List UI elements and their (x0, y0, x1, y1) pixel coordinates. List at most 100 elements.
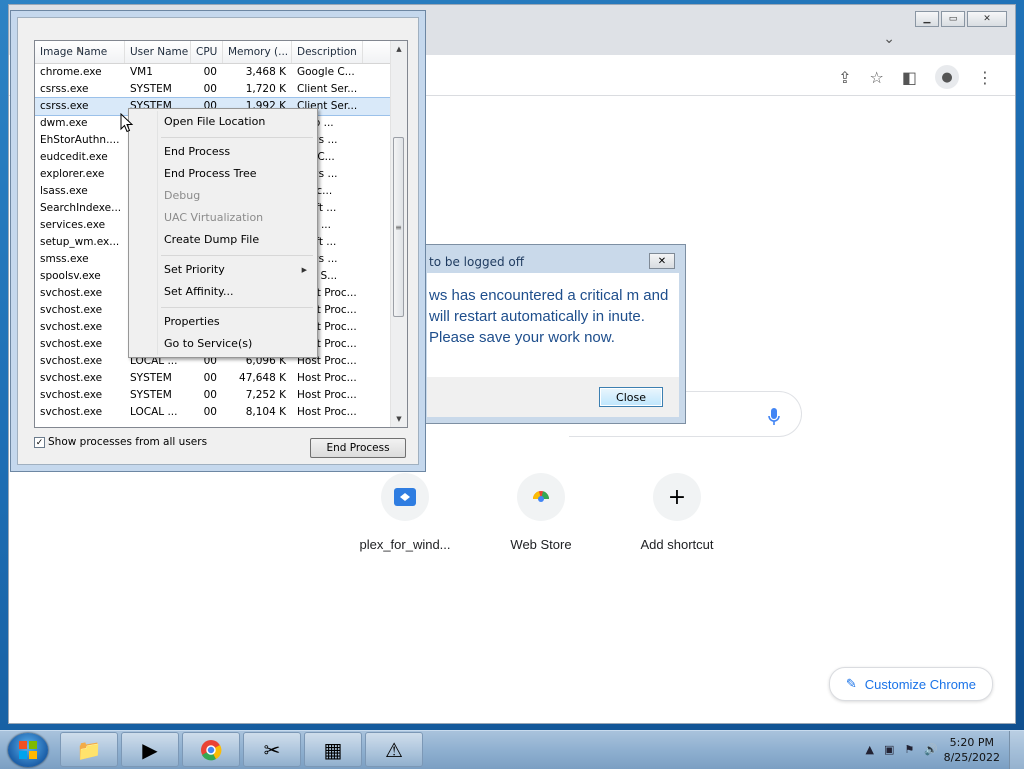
cell-user: SYSTEM (130, 389, 172, 401)
process-row[interactable]: svchost.exe SYSTEM 00 7,252 K Host Proc... (35, 387, 393, 404)
scroll-down-arrow-icon[interactable]: ▼ (391, 411, 407, 427)
clock[interactable]: 5:20 PM 8/25/2022 (944, 735, 1000, 765)
show-all-processes-checkbox[interactable]: ✓ Show processes from all users (34, 436, 207, 448)
cell-desc: Host Proc... (297, 372, 357, 384)
system-tray: ▲ ▣ ⚑ 🔊 (866, 743, 938, 756)
close-window-button[interactable]: ✕ (967, 11, 1007, 27)
process-row[interactable]: svchost.exe SYSTEM 00 47,648 K Host Proc... (35, 370, 393, 387)
windows-logo-icon (19, 741, 37, 759)
process-row[interactable]: csrss.exe SYSTEM 00 1,720 K Client Ser... (35, 81, 393, 98)
show-desktop-button[interactable] (1009, 731, 1024, 769)
volume-icon[interactable]: 🔊 (924, 743, 938, 756)
column-user-name[interactable]: User Name (125, 41, 191, 63)
column-label: Image Name (40, 46, 108, 58)
shortcut-web-store[interactable]: Web Store (485, 473, 597, 552)
minimize-button[interactable]: ▁ (915, 11, 939, 27)
customize-chrome-button[interactable]: ✎ Customize Chrome (828, 667, 993, 701)
scroll-thumb[interactable]: ≡ (393, 137, 404, 317)
cell-mem: 7,252 K (245, 389, 286, 401)
checkbox-icon[interactable]: ✓ (34, 436, 45, 448)
menu-go-to-services[interactable]: Go to Service(s) (131, 333, 315, 355)
cell-desc: Google C... (297, 66, 355, 78)
taskbar-chrome[interactable] (182, 732, 240, 767)
cell-cpu: 00 (203, 372, 217, 384)
dialog-message: ws has encountered a critical m and will… (429, 287, 669, 346)
cell-cpu: 00 (203, 83, 217, 95)
share-icon[interactable]: ⇪ (838, 68, 851, 87)
cell-cpu: 00 (203, 406, 217, 418)
cell-name: explorer.exe (40, 168, 105, 180)
cell-name: dwm.exe (40, 117, 88, 129)
taskbar-explorer[interactable]: 📁 (60, 732, 118, 767)
menu-properties[interactable]: Properties (131, 311, 315, 333)
cell-mem: 8,104 K (245, 406, 286, 418)
column-memory[interactable]: Memory (... (223, 41, 292, 63)
cell-user: SYSTEM (130, 372, 172, 384)
cell-cpu: 00 (203, 66, 217, 78)
column-cpu[interactable]: CPU (191, 41, 223, 63)
taskbar-warning[interactable]: ⚠ (365, 732, 423, 767)
menu-separator (161, 255, 313, 256)
menu-separator (161, 137, 313, 138)
start-button[interactable] (8, 733, 48, 767)
menu-open-file-location[interactable]: Open File Location (131, 111, 315, 133)
clock-time: 5:20 PM (949, 736, 994, 749)
cell-name: services.exe (40, 219, 106, 231)
customize-chrome-label: Customize Chrome (864, 676, 976, 692)
menu-separator (161, 307, 313, 308)
taskbar-media-player[interactable]: ▶ (121, 732, 179, 767)
cell-user: VM1 (130, 66, 153, 78)
process-row[interactable]: svchost.exe LOCAL ... 00 8,104 K Host Proc..… (35, 404, 393, 421)
cell-name: SearchIndexe... (40, 202, 122, 214)
end-process-button[interactable]: End Process (310, 438, 406, 458)
profile-avatar-icon[interactable]: ● (935, 65, 959, 89)
cell-name: setup_wm.ex... (40, 236, 120, 248)
process-row[interactable]: chrome.exe VM1 00 3,468 K Google C... (35, 64, 393, 81)
side-panel-icon[interactable]: ◧ (902, 68, 917, 87)
menu-create-dump-file[interactable]: Create Dump File (131, 229, 315, 251)
microphone-icon[interactable] (754, 397, 794, 437)
clock-date: 8/25/2022 (943, 751, 1000, 764)
close-icon[interactable]: ✕ (649, 253, 675, 269)
cell-mem: 1,720 K (245, 83, 286, 95)
taskbar-snipping-tool[interactable]: ✂ (243, 732, 301, 767)
maximize-button[interactable]: ▭ (941, 11, 965, 27)
process-list-scrollbar[interactable]: ▲ ≡ ▼ (390, 41, 407, 427)
taskbar-task-manager[interactable]: ▦ (304, 732, 362, 767)
chrome-icon (201, 739, 222, 760)
cell-name: smss.exe (40, 253, 89, 265)
column-image-name[interactable]: ▲ Image Name (35, 41, 125, 63)
action-center-icon[interactable]: ⚑ (904, 743, 914, 756)
cell-name: spoolsv.exe (40, 270, 101, 282)
cell-name: csrss.exe (40, 100, 89, 112)
snipping-tool-icon: ✂ (263, 737, 281, 762)
column-description[interactable]: Description (292, 41, 363, 63)
close-button[interactable]: Close (599, 387, 663, 407)
menu-end-process-tree[interactable]: End Process Tree (131, 163, 315, 185)
folder-icon: 📁 (76, 737, 102, 762)
taskbar: 📁 ▶ ✂ ▦ ⚠ ▲ ▣ ⚑ 🔊 5:20 PM 8/25/2022 (0, 730, 1024, 769)
menu-set-priority[interactable]: Set Priority ▶ (131, 259, 315, 281)
bookmark-star-icon[interactable]: ☆ (870, 68, 884, 87)
menu-set-affinity[interactable]: Set Affinity... (131, 281, 315, 303)
cell-desc: Client Ser... (297, 83, 358, 95)
cell-user: SYSTEM (130, 83, 172, 95)
cell-mem: 3,468 K (245, 66, 286, 78)
mouse-cursor-icon (120, 113, 134, 133)
show-all-label: Show processes from all users (48, 436, 208, 448)
toolbar-icons: ⇪ ☆ ◧ ● ⋮ (838, 65, 993, 89)
cell-cpu: 00 (203, 389, 217, 401)
media-player-icon: ▶ (142, 737, 158, 762)
cell-name: svchost.exe (40, 304, 103, 316)
cell-desc: Host Proc... (297, 389, 357, 401)
shortcut-plex[interactable]: plex_for_wind... (349, 473, 461, 552)
shortcut-label: plex_for_wind... (359, 537, 451, 552)
sort-ascending-icon: ▲ (77, 46, 82, 53)
network-icon[interactable]: ▣ (884, 743, 894, 756)
shortcut-add[interactable]: + Add shortcut (621, 473, 733, 552)
kebab-menu-icon[interactable]: ⋮ (977, 68, 993, 87)
scroll-up-arrow-icon[interactable]: ▲ (391, 41, 407, 57)
tab-search-chevron-icon[interactable]: ⌄ (883, 31, 895, 47)
menu-end-process[interactable]: End Process (131, 141, 315, 163)
tray-overflow-icon[interactable]: ▲ (866, 743, 874, 756)
